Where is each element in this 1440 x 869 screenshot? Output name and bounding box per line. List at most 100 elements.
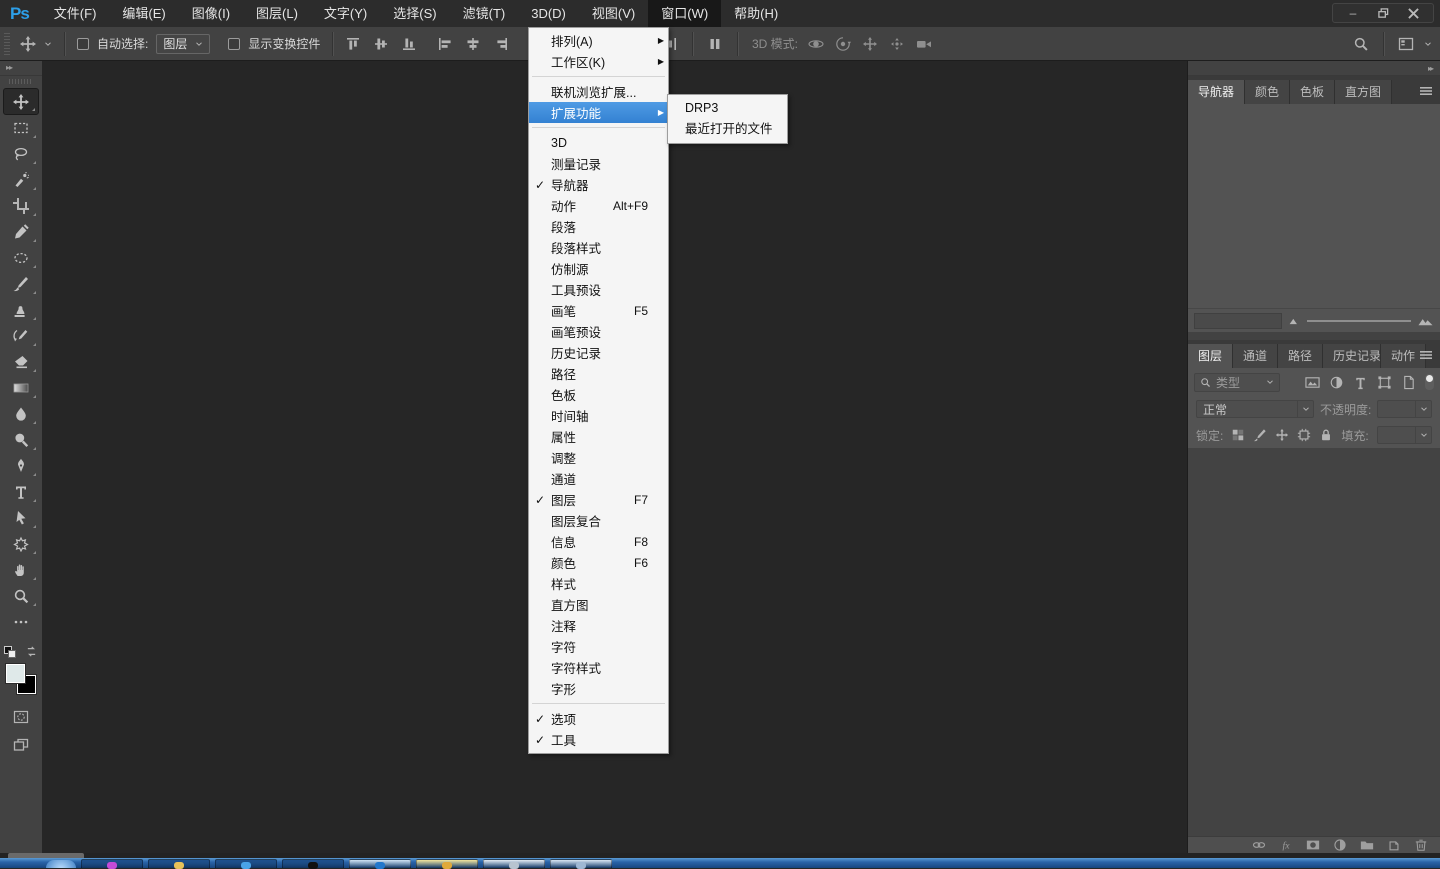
new-group-icon[interactable] <box>1360 838 1374 852</box>
zoom-out-icon[interactable] <box>1288 314 1301 327</box>
window-menu-item[interactable]: 通道 <box>529 468 668 489</box>
taskbar-button[interactable] <box>349 859 411 868</box>
gradient-tool[interactable] <box>3 375 39 401</box>
window-menu-item[interactable]: 历史记录 <box>529 342 668 363</box>
menubar-item[interactable]: 滤镜(T) <box>450 0 519 27</box>
window-menu-item[interactable]: 扩展功能▶ <box>529 102 668 123</box>
history-brush-tool[interactable] <box>3 323 39 349</box>
align-top-icon[interactable] <box>345 36 361 52</box>
window-menu-item[interactable]: 动作Alt+F9 <box>529 195 668 216</box>
lock-artboard-icon[interactable] <box>1297 428 1311 442</box>
delete-layer-icon[interactable] <box>1414 838 1428 852</box>
workspace-icon[interactable] <box>1398 36 1414 52</box>
taskbar-button[interactable] <box>148 859 210 868</box>
camera-3d-icon[interactable] <box>916 36 932 52</box>
shape-filter-icon[interactable] <box>1377 375 1392 390</box>
navigator-tab[interactable]: 导航器 <box>1188 80 1245 104</box>
slide-3d-icon[interactable] <box>889 36 905 52</box>
move-tool[interactable] <box>3 88 39 115</box>
hand-tool[interactable] <box>3 557 39 583</box>
image-filter-icon[interactable] <box>1305 375 1320 390</box>
chevron-down-icon[interactable] <box>44 40 52 48</box>
auto-select-target-dropdown[interactable]: 图层 <box>156 34 210 54</box>
search-icon[interactable] <box>1353 36 1369 52</box>
window-menu-item[interactable]: 联机浏览扩展... <box>529 81 668 102</box>
navigator-tab[interactable]: 颜色 <box>1245 80 1290 104</box>
lock-checker-icon[interactable] <box>1231 428 1245 442</box>
window-menu-item[interactable]: 3D <box>529 132 668 153</box>
taskbar-button[interactable] <box>81 859 143 868</box>
screen-mode-button[interactable] <box>6 734 36 756</box>
layers-tab[interactable]: 通道 <box>1233 344 1278 368</box>
auto-select-checkbox[interactable] <box>77 38 89 50</box>
layers-list[interactable] <box>1188 448 1440 836</box>
filter-toggle[interactable] <box>1425 374 1434 390</box>
window-menu-item[interactable]: 样式 <box>529 573 668 594</box>
orbit-3d-icon[interactable] <box>808 36 824 52</box>
close-button[interactable] <box>1405 6 1421 20</box>
window-menu-item[interactable]: 工作区(K)▶ <box>529 51 668 72</box>
layers-tab[interactable]: 路径 <box>1278 344 1323 368</box>
eyedropper-tool[interactable] <box>3 219 39 245</box>
panel-menu-icon[interactable] <box>1418 347 1434 363</box>
toolbar-grip[interactable] <box>9 79 33 84</box>
menubar-item[interactable]: 编辑(E) <box>109 0 178 27</box>
window-menu-item[interactable]: 调整 <box>529 447 668 468</box>
layer-style-fx-icon[interactable]: fx <box>1279 838 1293 852</box>
menubar-item[interactable]: 视图(V) <box>579 0 648 27</box>
chevron-down-icon[interactable] <box>1424 40 1432 48</box>
new-adjustment-icon[interactable] <box>1333 838 1347 852</box>
window-menu-item[interactable]: 测量记录 <box>529 153 668 174</box>
fill-dropdown[interactable] <box>1377 426 1432 444</box>
spot-healing-brush-tool[interactable] <box>3 245 39 271</box>
align-vcenter-icon[interactable] <box>373 36 389 52</box>
crop-tool[interactable] <box>3 193 39 219</box>
navigator-tab[interactable]: 色板 <box>1290 80 1335 104</box>
window-menu-item[interactable]: 画笔F5 <box>529 300 668 321</box>
adjustment-filter-icon[interactable] <box>1329 375 1344 390</box>
path-selection-tool[interactable] <box>3 505 39 531</box>
collapse-panels-button[interactable]: ▸▸ <box>1188 61 1440 76</box>
menubar-item[interactable]: 选择(S) <box>380 0 449 27</box>
dodge-tool[interactable] <box>3 427 39 453</box>
window-menu-item[interactable]: 色板 <box>529 384 668 405</box>
window-menu-item[interactable]: 段落样式 <box>529 237 668 258</box>
navigator-tab[interactable]: 直方图 <box>1335 80 1392 104</box>
lock-all-icon[interactable] <box>1319 428 1333 442</box>
lasso-tool[interactable] <box>3 141 39 167</box>
type-filter-icon[interactable] <box>1353 375 1368 390</box>
window-menu-item[interactable]: ✓工具 <box>529 729 668 750</box>
taskbar-button[interactable] <box>550 859 612 868</box>
align-left-icon[interactable] <box>437 36 453 52</box>
distribute-icon[interactable] <box>707 36 723 52</box>
menubar-item[interactable]: 3D(D) <box>518 0 579 27</box>
window-menu-item[interactable]: 时间轴 <box>529 405 668 426</box>
options-grip[interactable] <box>4 33 10 55</box>
window-menu-item[interactable]: 信息F8 <box>529 531 668 552</box>
taskbar-button[interactable] <box>215 859 277 868</box>
show-transform-checkbox[interactable] <box>228 38 240 50</box>
quick-selection-tool[interactable] <box>3 167 39 193</box>
menubar-item[interactable]: 文件(F) <box>41 0 110 27</box>
layers-tab[interactable]: 图层 <box>1188 344 1233 368</box>
window-menu-item[interactable]: 颜色F6 <box>529 552 668 573</box>
window-menu-item[interactable]: 仿制源 <box>529 258 668 279</box>
taskbar-button[interactable] <box>483 859 545 868</box>
window-menu-item[interactable]: 直方图 <box>529 594 668 615</box>
type-tool[interactable] <box>3 479 39 505</box>
pen-tool[interactable] <box>3 453 39 479</box>
eraser-tool[interactable] <box>3 349 39 375</box>
quick-mask-button[interactable] <box>6 706 36 728</box>
window-menu-item[interactable]: 字形 <box>529 678 668 699</box>
opacity-dropdown[interactable] <box>1377 400 1432 418</box>
layers-tab[interactable]: 历史记录 <box>1323 344 1381 368</box>
submenu-item[interactable]: DRP3 <box>668 98 787 119</box>
smartobj-filter-icon[interactable] <box>1401 375 1416 390</box>
window-menu-item[interactable]: ✓选项 <box>529 708 668 729</box>
swap-colors-icon[interactable] <box>25 645 38 658</box>
restore-button[interactable] <box>1375 6 1391 20</box>
window-menu-item[interactable]: 工具预设 <box>529 279 668 300</box>
rectangular-marquee-tool[interactable] <box>3 115 39 141</box>
align-right-icon[interactable] <box>493 36 509 52</box>
submenu-item[interactable]: 最近打开的文件 <box>668 119 787 140</box>
